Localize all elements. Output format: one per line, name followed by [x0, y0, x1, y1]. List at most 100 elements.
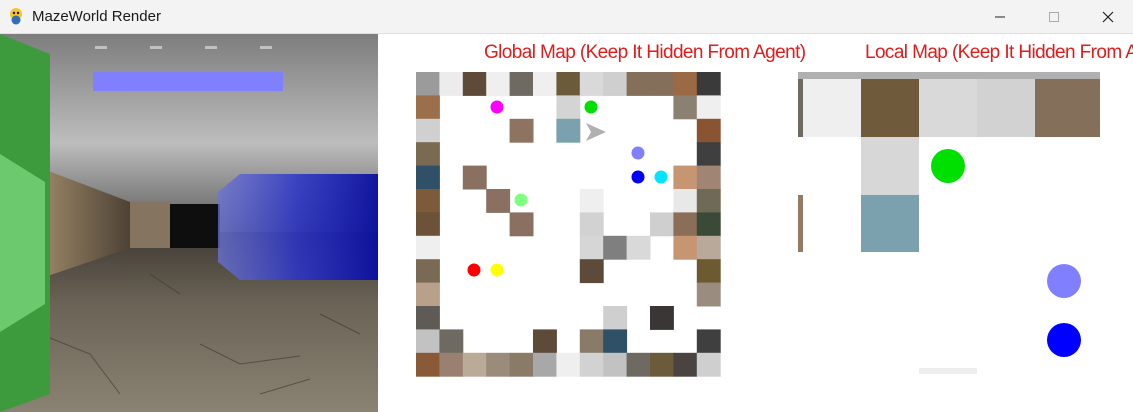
global-map-wall-cell	[696, 329, 721, 354]
global-map-wall-cell	[486, 352, 511, 377]
local-object-lightblue	[1047, 264, 1081, 298]
global-map-wall-cell	[416, 118, 440, 143]
global-map-wall-cell	[509, 72, 534, 96]
global-map-wall-cell	[603, 329, 628, 354]
global-map-wall-cell	[626, 352, 651, 377]
corridor-far-wall	[130, 202, 170, 248]
local-left-edge	[798, 79, 803, 137]
global-map-wall-cell	[579, 189, 604, 213]
local-cell	[919, 79, 977, 137]
global-map-object	[631, 170, 645, 184]
close-icon	[1102, 11, 1114, 22]
global-map	[416, 72, 721, 377]
global-map-wall-cell	[556, 352, 581, 377]
global-map-wall-cell	[673, 72, 698, 96]
global-map-wall-cell	[416, 212, 440, 237]
global-map-object	[490, 100, 504, 114]
global-map-wall-cell	[509, 118, 534, 143]
pygame-snake-icon	[10, 8, 22, 25]
local-cell	[861, 79, 919, 137]
minimize-button[interactable]	[977, 0, 1023, 33]
global-map-wall-cell	[416, 282, 440, 307]
blue-object-3d	[218, 174, 378, 280]
global-map-wall-cell	[650, 352, 674, 377]
global-map-wall-cell	[416, 235, 440, 260]
global-map-wall-cell	[696, 352, 721, 377]
global-map-wall-cell	[696, 142, 721, 167]
global-map-wall-cell	[696, 212, 721, 237]
global-map-wall-cell	[416, 352, 440, 377]
global-map-wall-cell	[533, 72, 557, 96]
global-map-wall-cell	[579, 352, 604, 377]
global-map-wall-cell	[579, 212, 604, 237]
global-map-wall-cell	[696, 259, 721, 284]
global-map-wall-cell	[603, 352, 628, 377]
global-map-object	[631, 146, 645, 160]
local-cell	[861, 195, 919, 252]
global-map-wall-cell	[439, 352, 464, 377]
global-map-wall-cell	[626, 72, 651, 96]
global-map-walls	[416, 72, 721, 377]
global-map-wall-cell	[556, 95, 581, 120]
global-map-wall-cell	[603, 235, 628, 260]
global-map-object	[654, 170, 668, 184]
local-cell	[803, 79, 861, 137]
maximize-button[interactable]	[1031, 0, 1077, 33]
global-map-object	[467, 263, 481, 277]
minimize-icon	[995, 16, 1005, 17]
local-object-blue	[1047, 323, 1081, 357]
global-map-wall-cell	[416, 165, 440, 190]
local-cell	[1035, 79, 1100, 137]
global-map-object	[584, 100, 598, 114]
global-map-wall-cell	[579, 72, 604, 96]
global-map-wall-cell	[696, 189, 721, 213]
global-map-wall-cell	[439, 329, 464, 354]
global-map-wall-cell	[673, 189, 698, 213]
local-map	[798, 72, 1100, 374]
global-map-wall-cell	[416, 329, 440, 354]
maximize-icon	[1049, 11, 1059, 22]
global-map-wall-cell	[462, 165, 487, 190]
global-map-wall-cell	[673, 352, 698, 377]
title-bar: MazeWorld Render	[0, 0, 1133, 34]
local-object-green	[931, 149, 965, 183]
corridor-dark-opening	[170, 204, 220, 248]
first-person-view	[0, 34, 378, 412]
global-map-wall-cell	[486, 72, 511, 96]
global-map-wall-cell	[416, 72, 440, 96]
global-map-panel: Global Map (Keep It Hidden From Agent)	[378, 34, 806, 412]
render-area: Global Map (Keep It Hidden From Agent) L…	[0, 34, 1133, 412]
global-map-wall-cell	[650, 306, 674, 330]
global-map-wall-cell	[696, 95, 721, 120]
global-map-wall-cell	[556, 72, 581, 96]
close-button[interactable]	[1085, 0, 1131, 33]
global-map-wall-cell	[696, 282, 721, 307]
green-wall-face	[0, 154, 45, 332]
agent-arrow-icon	[586, 123, 606, 141]
window-title: MazeWorld Render	[32, 8, 161, 25]
global-map-wall-cell	[696, 118, 721, 143]
global-map-wall-cell	[696, 235, 721, 260]
local-left-edge	[798, 195, 803, 252]
ceiling-blue-bar	[93, 72, 283, 91]
global-map-wall-cell	[673, 212, 698, 237]
global-map-wall-cell	[533, 352, 557, 377]
local-cell	[861, 137, 919, 195]
global-map-wall-cell	[416, 189, 440, 213]
global-map-wall-cell	[603, 306, 628, 330]
local-cell	[977, 79, 1035, 137]
global-map-wall-cell	[626, 235, 651, 260]
global-map-wall-cell	[462, 72, 487, 96]
global-map-wall-cell	[509, 212, 534, 237]
local-bottom-edge	[919, 368, 977, 374]
global-map-wall-cell	[673, 95, 698, 120]
global-map-wall-cell	[673, 165, 698, 190]
local-map-panel: Local Map (Keep It Hidden From Agent)	[798, 34, 1133, 412]
global-map-wall-cell	[416, 306, 440, 330]
global-map-wall-cell	[650, 212, 674, 237]
global-map-wall-cell	[533, 329, 557, 354]
global-map-wall-cell	[416, 142, 440, 167]
global-map-wall-cell	[509, 352, 534, 377]
global-map-wall-cell	[696, 165, 721, 190]
global-map-wall-cell	[579, 329, 604, 354]
